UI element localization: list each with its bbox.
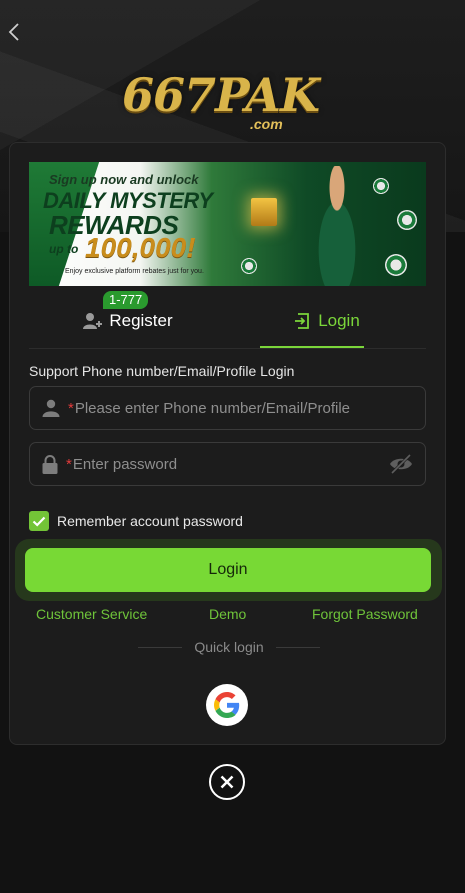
brand-logo: 667PAK .com [122,64,336,142]
gift-box-icon [251,198,277,226]
forgot-password-link[interactable]: Forgot Password [312,606,418,622]
remember-password[interactable]: Remember account password [29,511,243,531]
close-icon [220,775,234,789]
casino-chip-icon [241,258,257,274]
user-icon [42,399,60,417]
login-button[interactable]: Login [25,548,431,592]
required-mark: * [66,455,72,473]
divider-line [138,646,183,648]
demo-link[interactable]: Demo [209,606,246,622]
quick-login-divider: Quick login [138,639,321,655]
check-icon [32,516,46,527]
banner-line-4: up to [49,242,79,256]
casino-chip-icon [385,254,407,276]
lock-icon [42,454,58,474]
banner-amount: 100,000! [85,232,196,263]
logo-text: 667PAK [122,68,320,122]
tab-login-label: Login [318,311,360,330]
remember-checkbox[interactable] [29,511,49,531]
casino-chip-icon [373,178,389,194]
chevron-left-icon [8,23,19,41]
login-form-title: Support Phone number/Email/Profile Login [29,363,295,379]
close-button[interactable] [209,764,245,800]
tab-login[interactable]: Login [228,293,426,349]
remember-label: Remember account password [57,513,243,529]
account-input[interactable] [74,399,425,417]
auth-tabs: Register Login [29,293,426,349]
password-field[interactable]: * [29,442,426,486]
active-tab-indicator [260,346,364,348]
tabs-divider [29,348,426,349]
promo-banner[interactable]: Sign up now and unlock DAILY MYSTERY REW… [29,162,426,286]
casino-chip-icon [397,210,417,230]
required-mark: * [68,399,74,417]
quick-login-label: Quick login [194,639,264,655]
banner-model-image [305,166,369,286]
register-bonus-badge: 1-777 [103,291,149,309]
customer-service-link[interactable]: Customer Service [36,606,147,622]
google-icon [214,692,240,718]
logo-domain: .com [250,116,283,132]
divider-line [275,646,321,648]
banner-footnote: Enjoy exclusive platform rebates just fo… [65,268,204,275]
login-door-icon [295,313,310,329]
tab-register-label: Register [109,311,173,330]
add-user-icon [83,313,103,329]
account-field[interactable]: * [29,386,426,430]
password-input[interactable] [72,455,425,473]
login-modal: Sign up now and unlock DAILY MYSTERY REW… [9,142,446,745]
google-login-button[interactable] [206,684,248,726]
back-button[interactable] [4,20,24,44]
banner-line-1: Sign up now and unlock [49,172,199,187]
eye-hidden-icon[interactable] [389,454,413,474]
